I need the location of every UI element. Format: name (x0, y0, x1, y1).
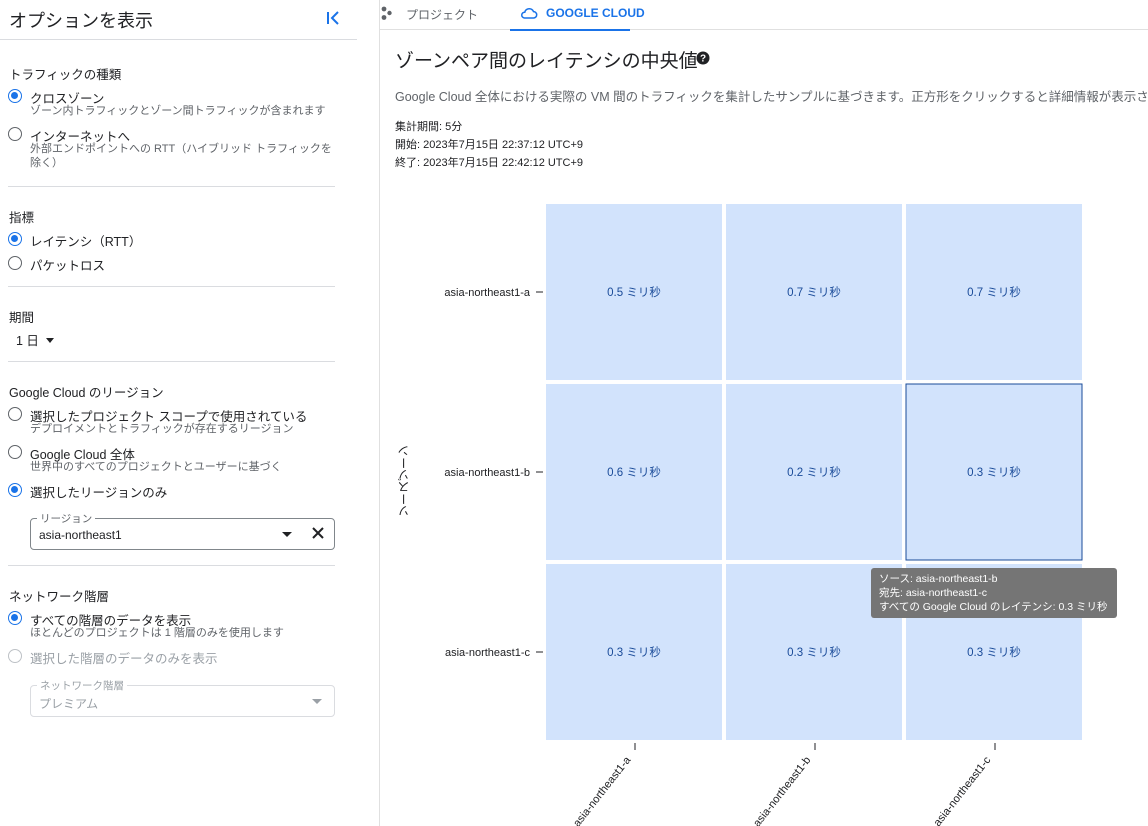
region-select-field[interactable]: リージョン asia-northeast1 (30, 511, 335, 550)
cell-value-label: 0.7 ミリ秒 (967, 285, 1021, 299)
dropdown-arrow-icon[interactable] (282, 532, 292, 537)
tab-google-cloud[interactable]: GOOGLE CLOUD (510, 0, 645, 31)
period-value: 1 日 (16, 334, 39, 348)
radio-selected-icon[interactable] (8, 232, 22, 246)
radio-unselected-icon[interactable] (8, 127, 22, 141)
x-tick-label: asia-northeast1-c (932, 754, 994, 826)
cell-value-label: 0.3 ミリ秒 (967, 465, 1021, 479)
cell-value-label: 0.3 ミリ秒 (607, 645, 661, 659)
field-label: リージョン (37, 511, 96, 526)
collapse-panel-icon[interactable] (322, 8, 344, 28)
tooltip-latency: すべての Google Cloud のレイテンシ: 0.3 ミリ秒 (879, 601, 1108, 613)
field-value: プレミアム (39, 697, 99, 711)
tab-label: GOOGLE CLOUD (546, 6, 645, 20)
cell-value-label: 0.3 ミリ秒 (787, 645, 841, 659)
x-tick-label: asia-northeast1-a (571, 754, 634, 826)
options-panel: オプションを表示 トラフィックの種類 クロスゾーン ゾーン内トラフィックとゾーン… (0, 0, 357, 826)
period-dropdown[interactable]: 1 日 (16, 330, 54, 349)
project-icon (381, 6, 392, 20)
radio-label: 選択したリージョンのみ (30, 486, 168, 500)
radio-description: 世界中のすべてのプロジェクトとユーザーに基づく (30, 461, 282, 473)
tab-bar: プロジェクト GOOGLE CLOUD (380, 0, 1148, 31)
tab-project[interactable]: プロジェクト (380, 0, 490, 30)
options-header: オプションを表示 (0, 0, 357, 40)
metric-heading: 指標 (9, 211, 35, 225)
radio-selected-icon[interactable] (8, 483, 22, 497)
cell-value-label: 0.3 ミリ秒 (967, 645, 1021, 659)
latency-heatmap: 0.5 ミリ秒 0.7 ミリ秒 0.7 ミリ秒 0.6 ミリ秒 0.2 ミリ秒 0.3 ミ… (444, 204, 1083, 826)
page-title: ゾーンペア間のレイテンシの中央値 (395, 51, 698, 72)
radio-unselected-icon[interactable] (8, 256, 22, 270)
period-heading: 期間 (9, 311, 35, 325)
tooltip-source: ソース: asia-northeast1-b (879, 573, 998, 585)
y-tick-label: asia-northeast1-c (445, 647, 530, 659)
cell-tooltip: ソース: asia-northeast1-b 宛先: asia-northeas… (871, 568, 1117, 618)
radio-selected-icon[interactable] (8, 89, 22, 103)
network-tier-heading: ネットワーク階層 (9, 590, 110, 604)
cell-value-label: 0.7 ミリ秒 (787, 285, 841, 299)
svg-text:?: ? (700, 54, 706, 65)
traffic-type-heading: トラフィックの種類 (9, 68, 122, 82)
y-tick-label: asia-northeast1-a (444, 287, 530, 299)
radio-selected-icon[interactable] (8, 611, 22, 625)
tooltip-destination: 宛先: asia-northeast1-c (879, 587, 987, 599)
x-tick-label: asia-northeast1-b (751, 754, 813, 826)
options-title: オプションを表示 (9, 11, 153, 31)
radio-description: ゾーン内トラフィックとゾーン間トラフィックが含まれます (30, 105, 326, 117)
divider (8, 565, 335, 566)
divider (8, 361, 335, 362)
dropdown-arrow-icon (45, 338, 54, 344)
cell-value-label: 0.6 ミリ秒 (607, 465, 661, 479)
radio-label: 選択した階層のデータのみを表示 (30, 652, 218, 666)
aggregation-period: 集計期間: 5分 (395, 121, 463, 133)
clear-icon[interactable] (311, 526, 325, 540)
divider (8, 286, 335, 287)
radio-disabled-icon[interactable] (8, 649, 22, 663)
field-value: asia-northeast1 (39, 528, 122, 542)
tab-label: プロジェクト (406, 8, 479, 22)
region-heading: Google Cloud のリージョン (9, 386, 164, 400)
end-time: 終了: 2023年7月15日 22:42:12 UTC+9 (395, 157, 584, 169)
radio-label: レイテンシ（RTT） (30, 235, 142, 249)
radio-label: パケットロス (30, 259, 106, 273)
radio-unselected-icon[interactable] (8, 445, 22, 459)
help-icon[interactable]: ? (696, 51, 710, 65)
cloud-icon (521, 8, 538, 19)
y-tick-label: asia-northeast1-b (444, 467, 530, 479)
network-tier-select-field[interactable]: ネットワーク階層 プレミアム (30, 678, 335, 717)
radio-unselected-icon[interactable] (8, 407, 22, 421)
start-time: 開始: 2023年7月15日 22:37:12 UTC+9 (395, 139, 584, 151)
radio-description: 外部エンドポイントへの RTT（ハイブリッド トラフィックを除く） (30, 143, 332, 169)
page-description: Google Cloud 全体における実際の VM 間のトラフィックを集計したサ… (395, 90, 1148, 104)
radio-description: ほとんどのプロジェクトは 1 階層のみを使用します (30, 627, 284, 639)
cell-value-label: 0.5 ミリ秒 (607, 285, 661, 299)
radio-description: デプロイメントとトラフィックが存在するリージョン (30, 423, 294, 435)
field-label: ネットワーク階層 (37, 678, 127, 693)
dropdown-arrow-icon[interactable] (312, 699, 322, 704)
cell-value-label: 0.2 ミリ秒 (787, 465, 841, 479)
active-tab-indicator (510, 29, 630, 31)
divider (8, 186, 335, 187)
